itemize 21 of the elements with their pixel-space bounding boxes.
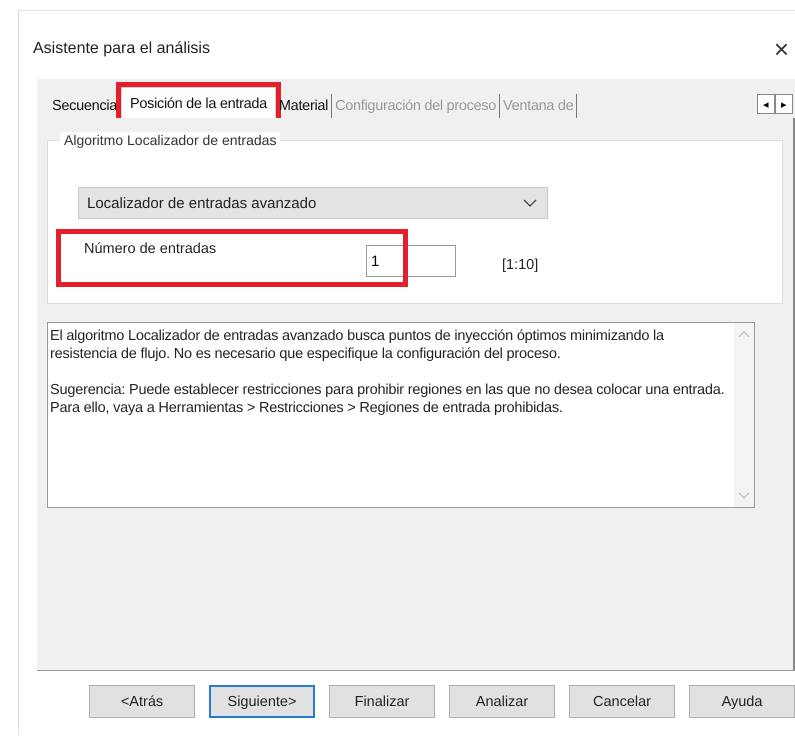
dialog-button[interactable]: Siguiente> [209, 685, 315, 718]
dropdown[interactable]: Localizador de entradas avanzado [78, 187, 548, 219]
field-label: Número de entradas [84, 241, 218, 257]
scroll-right-button[interactable]: ▸ [775, 94, 793, 114]
dialog-button[interactable]: Ayuda [689, 685, 795, 718]
scroll-down-icon [738, 492, 750, 499]
dialog-button[interactable]: <Atrás [89, 685, 195, 718]
range-label: [1:10] [502, 257, 538, 273]
group-title: Algoritmo Localizador de entradas [60, 132, 280, 148]
scroll-up-icon [738, 331, 750, 338]
scrollbar[interactable] [734, 323, 754, 507]
scroll-left-button[interactable]: ◂ [757, 94, 775, 114]
dialog-button[interactable]: Finalizar [329, 685, 435, 718]
close-button[interactable]: × [774, 36, 789, 62]
dialog-button[interactable]: Analizar [449, 685, 555, 718]
description-paragraph: Sugerencia: Puede establecer restricciones para prohibir regiones en las que no desea colocar una entrada. Para ello, vaya a Herramientas > Restricciones > Regiones de entrada prohibidas. [50, 381, 726, 417]
window-title: Asistente para el análisis [33, 40, 210, 58]
chevron-down-icon [523, 199, 537, 207]
description-paragraph: El algoritmo Localizador de entradas avanzado busca puntos de inyección óptimos minimizando la resistencia de flujo. No es necesario que especifique la configuración del proceso. [50, 327, 665, 363]
dialog-button[interactable]: Cancelar [569, 685, 675, 718]
number-field[interactable]: 1 [366, 245, 456, 277]
